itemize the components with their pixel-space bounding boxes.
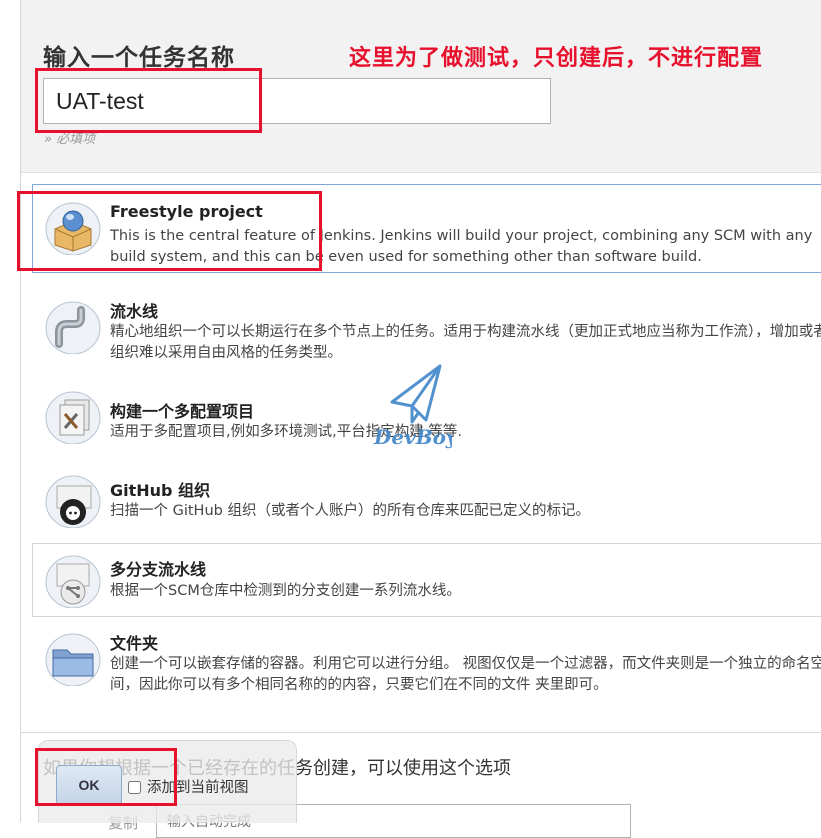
required-hint: » 必填项 — [44, 132, 96, 147]
job-type-label: Freestyle project — [110, 202, 263, 221]
pipeline-icon — [45, 301, 101, 354]
job-type-description: 适用于多配置项目,例如多环境测试,平台指定构建,等等. — [110, 424, 462, 440]
job-type-label: 文件夹 — [110, 634, 159, 653]
job-type-description: 创建一个可以嵌套存储的容器。利用它可以进行分组。 视图仅仅是一个过滤器，而文件夹… — [110, 656, 821, 693]
multi-config-icon — [45, 391, 101, 444]
folder-icon — [45, 633, 101, 686]
multibranch-icon — [45, 555, 101, 608]
job-type-label: 构建一个多配置项目 — [110, 402, 255, 421]
add-to-view-label: 添加到当前视图 — [147, 780, 249, 796]
page-title: 输入一个任务名称 — [43, 45, 235, 71]
job-type-label: GitHub 组织 — [110, 481, 211, 500]
job-type-description: This is the central feature of Jenkins. … — [110, 228, 813, 265]
job-type-folder[interactable]: 文件夹 创建一个可以嵌套存储的容器。利用它可以进行分组。 视图仅仅是一个过滤器，… — [32, 617, 821, 712]
job-type-github-org[interactable]: GitHub 组织 扫描一个 GitHub 组织（或者个人账户）的所有仓库来匹配… — [32, 463, 821, 539]
job-type-freestyle[interactable]: Freestyle project This is the central fe… — [32, 184, 821, 273]
add-to-view-option[interactable]: 添加到当前视图 — [128, 776, 249, 797]
job-type-description: 扫描一个 GitHub 组织（或者个人账户）的所有仓库来匹配已定义的标记。 — [110, 503, 590, 519]
job-type-description: 精心地组织一个可以长期运行在多个节点上的任务。适用于构建流水线（更加正式地应当称… — [110, 324, 821, 361]
freestyle-box-icon — [45, 202, 101, 255]
ok-button[interactable]: OK — [56, 765, 122, 805]
watermark-text: DevBoy — [373, 425, 452, 449]
job-type-multibranch[interactable]: 多分支流水线 根据一个SCM仓库中检测到的分支创建一系列流水线。 — [32, 543, 821, 617]
job-name-input[interactable] — [43, 78, 551, 124]
devboy-watermark-logo: DevBoy — [373, 364, 452, 449]
job-type-description: 根据一个SCM仓库中检测到的分支创建一系列流水线。 — [110, 583, 461, 599]
add-to-view-checkbox[interactable] — [128, 781, 141, 794]
job-type-label: 流水线 — [110, 302, 159, 321]
annotation-note: 这里为了做测试，只创建后，不进行配置 — [349, 46, 764, 71]
job-type-label: 多分支流水线 — [110, 560, 207, 579]
github-org-icon — [45, 475, 101, 528]
